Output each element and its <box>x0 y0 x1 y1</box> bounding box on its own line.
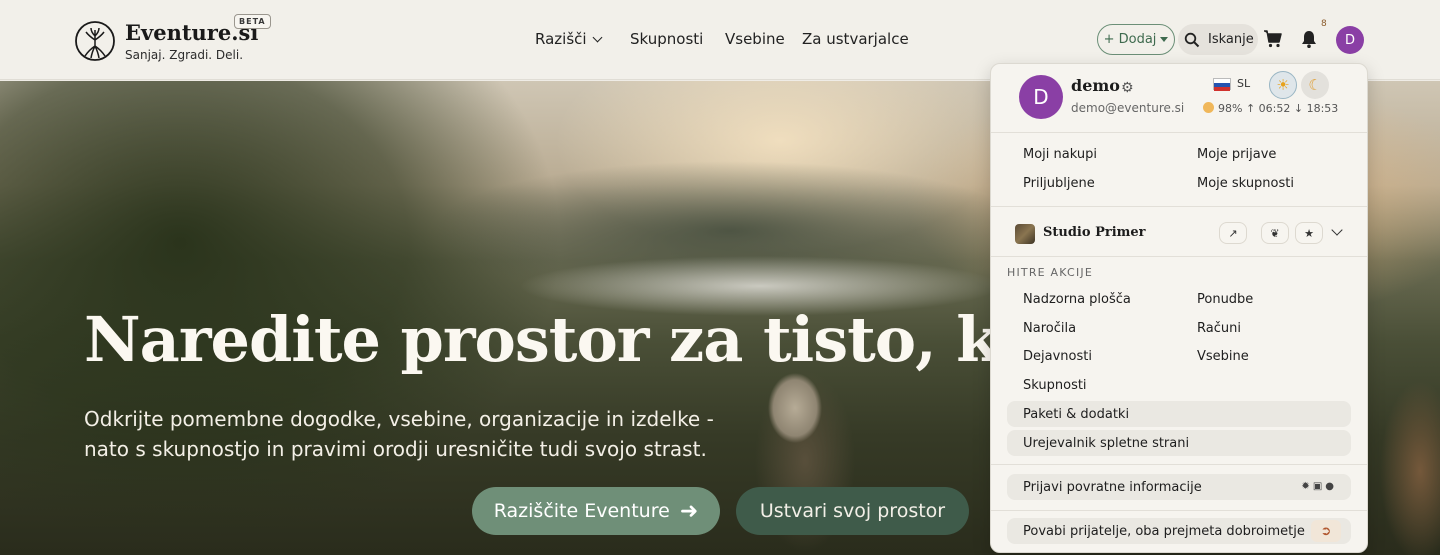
nav-creators[interactable]: Za ustvarjalce <box>802 30 909 48</box>
tagline: Sanjaj. Zgradi. Deli. <box>125 48 244 62</box>
divider <box>991 510 1367 511</box>
search-label: Iskanje <box>1208 32 1254 47</box>
invite-label: Povabi prijatelje, oba prejmeta dobroime… <box>1023 523 1305 539</box>
beta-badge: BETA <box>234 14 271 29</box>
nav-communities[interactable]: Skupnosti <box>630 30 703 48</box>
action-dashboard[interactable]: Nadzorna plošča <box>1023 292 1131 307</box>
camera-icon: ▣ <box>1312 481 1326 492</box>
studio-avatar[interactable] <box>1015 224 1035 244</box>
weather-text: 98% ↑ 06:52 ↓ 18:53 <box>1218 102 1339 115</box>
cart-icon[interactable] <box>1263 29 1283 49</box>
feedback-button[interactable]: Prijavi povratne informacije ✹▣● <box>1007 474 1351 500</box>
nav-explore[interactable]: Razišči <box>535 30 603 48</box>
hero-background-person-head <box>768 373 822 443</box>
hero-subtitle: Odkrijte pomembne dogodke, vsebine, orga… <box>84 407 714 461</box>
nav-contents[interactable]: Vsebine <box>725 30 785 48</box>
feedback-icons: ✹▣● <box>1301 481 1337 492</box>
divider <box>991 256 1367 257</box>
weather-icon <box>1203 102 1214 113</box>
action-communities[interactable]: Skupnosti <box>1023 378 1087 393</box>
link-favorites[interactable]: Priljubljene <box>1023 176 1095 191</box>
action-contents[interactable]: Vsebine <box>1197 349 1249 364</box>
moon-icon[interactable]: ☾ <box>1301 71 1329 99</box>
lightbulb-icon: ● <box>1325 481 1337 492</box>
invite-friends-button[interactable]: Povabi prijatelje, oba prejmeta dobroime… <box>1007 518 1351 544</box>
divider <box>991 132 1367 133</box>
packages-button[interactable]: Paketi & dodatki <box>1007 401 1351 427</box>
external-link-icon[interactable]: ↗ <box>1219 222 1247 244</box>
user-email: demo@eventure.si <box>1071 101 1185 115</box>
bell-icon[interactable] <box>1299 29 1319 49</box>
weather-info: 98% ↑ 06:52 ↓ 18:53 <box>1203 102 1338 115</box>
nav-explore-label: Razišči <box>535 30 587 48</box>
divider <box>991 206 1367 207</box>
action-activities[interactable]: Dejavnosti <box>1023 349 1092 364</box>
action-invoices[interactable]: Računi <box>1197 321 1241 336</box>
bug-icon: ✹ <box>1301 481 1313 492</box>
sprout-icon[interactable]: ❦ <box>1261 222 1289 244</box>
explore-button-label: Raziščite Eventure <box>493 500 670 522</box>
chevron-down-icon <box>592 32 603 43</box>
create-space-button[interactable]: Ustvari svoj prostor <box>736 487 969 535</box>
sun-icon[interactable]: ☀ <box>1269 71 1297 99</box>
tree-logo-icon[interactable] <box>74 20 116 62</box>
notification-count: 8 <box>1321 19 1327 29</box>
language-code[interactable]: SL <box>1237 77 1250 90</box>
user-avatar[interactable]: D <box>1019 75 1063 119</box>
slovenia-flag-icon[interactable] <box>1213 78 1231 91</box>
hero-background-person-right <box>1370 381 1440 555</box>
link-my-registrations[interactable]: Moje prijave <box>1197 147 1276 162</box>
chevron-down-icon[interactable] <box>1331 224 1343 236</box>
add-button[interactable]: + Dodaj <box>1097 24 1175 55</box>
feedback-label: Prijavi povratne informacije <box>1023 479 1202 495</box>
link-my-purchases[interactable]: Moji nakupi <box>1023 147 1097 162</box>
explore-button[interactable]: Raziščite Eventure ➜ <box>472 487 720 535</box>
site-editor-button[interactable]: Urejevalnik spletne strani <box>1007 430 1351 456</box>
link-my-communities[interactable]: Moje skupnosti <box>1197 176 1294 191</box>
gear-icon[interactable]: ⚙ <box>1121 80 1134 96</box>
avatar[interactable]: D <box>1336 26 1364 54</box>
action-offers[interactable]: Ponudbe <box>1197 292 1253 307</box>
search-button[interactable]: Iskanje <box>1178 24 1258 55</box>
divider <box>991 464 1367 465</box>
caret-down-icon <box>1160 37 1169 42</box>
action-orders[interactable]: Naročila <box>1023 321 1076 336</box>
arrow-right-icon: ➜ <box>679 498 699 524</box>
search-icon <box>1184 32 1200 47</box>
quick-actions-heading: HITRE AKCIJE <box>1007 266 1093 279</box>
studio-name[interactable]: Studio Primer <box>1043 225 1146 240</box>
star-icon[interactable]: ★ <box>1295 222 1323 244</box>
logout-icon[interactable]: ➲ <box>1311 520 1341 542</box>
add-button-label: + Dodaj <box>1103 32 1157 47</box>
user-menu-panel: D demo ⚙ demo@eventure.si SL ☀ ☾ 98% ↑ 0… <box>990 63 1368 553</box>
username: demo <box>1071 76 1120 95</box>
